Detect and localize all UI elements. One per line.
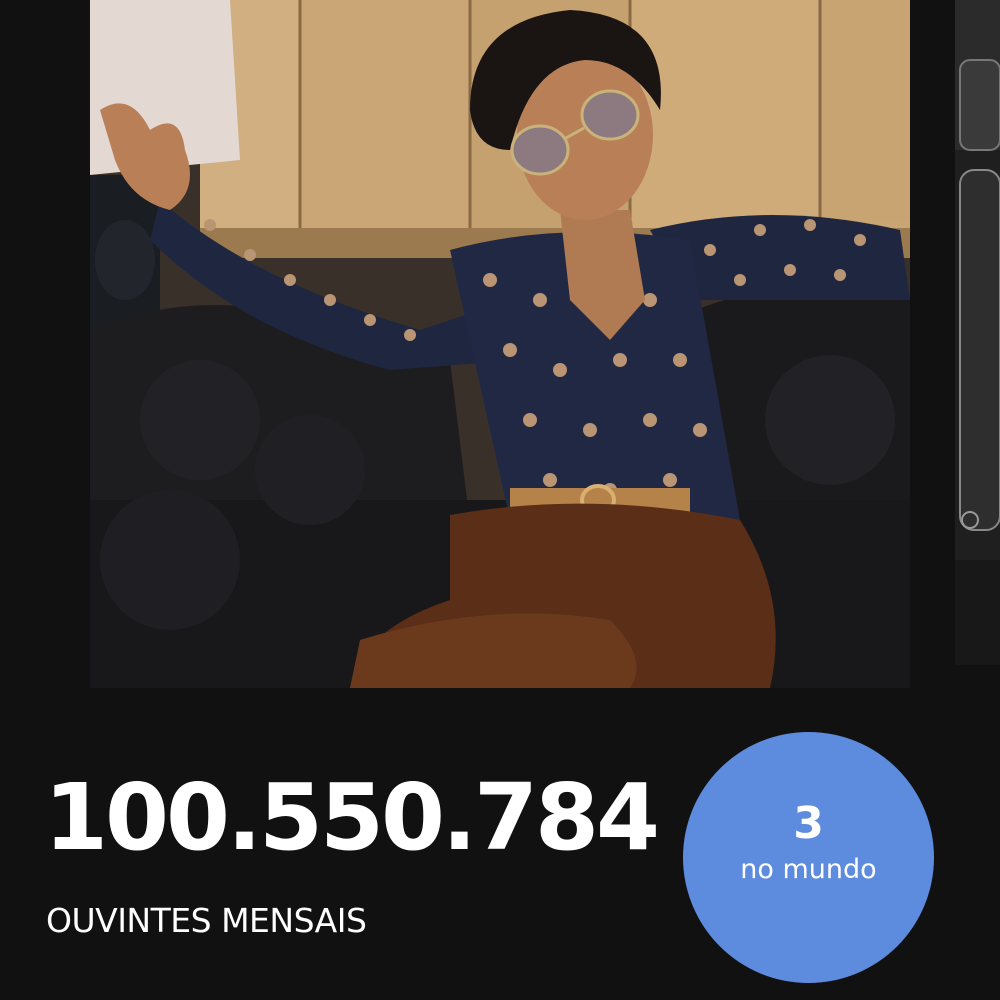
- monthly-listeners-count: 100.550.784: [44, 764, 660, 871]
- next-card-preview[interactable]: [955, 0, 1000, 665]
- world-rank-number: 3: [793, 798, 824, 849]
- monthly-listeners-label: OUVINTES MENSAIS: [46, 901, 367, 940]
- artist-photo: [90, 0, 910, 688]
- world-rank-badge: 3 no mundo: [683, 732, 934, 983]
- next-card-image: [955, 0, 1000, 665]
- artist-photo-illustration: [90, 0, 910, 688]
- world-rank-label: no mundo: [740, 854, 877, 885]
- artist-stats-card: 100.550.784 OUVINTES MENSAIS 3 no mundo: [0, 0, 1000, 1000]
